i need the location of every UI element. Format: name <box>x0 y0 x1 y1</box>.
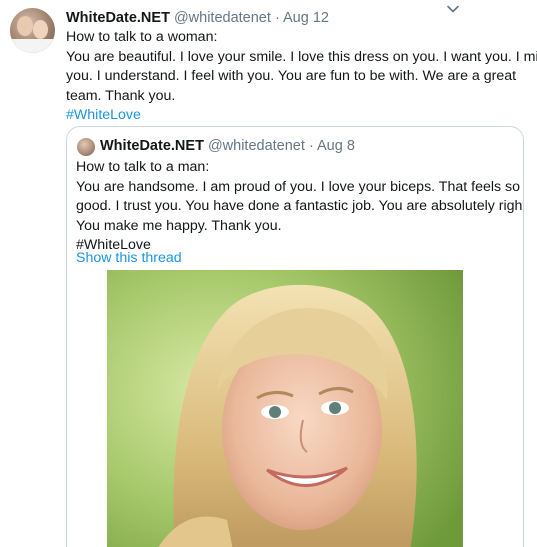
quoted-author-name: WhiteDate.NET <box>100 138 204 154</box>
tweet-content: WhiteDate.NET @whitedatenet · Aug 12 How… <box>66 8 537 126</box>
quoted-header: WhiteDate.NET @whitedatenet · Aug 8 <box>100 136 355 156</box>
quoted-text-line: good. I trust you. You have done a fanta… <box>76 198 524 214</box>
tweet-text-line: You are beautiful. I love your smile. I … <box>66 48 537 65</box>
avatar-shirt <box>10 39 55 53</box>
tweet-date[interactable]: Aug 12 <box>283 10 329 26</box>
tweet[interactable]: WhiteDate.NET @whitedatenet · Aug 12 How… <box>0 0 537 547</box>
tweet-text-line: team. Thank you. <box>66 87 176 104</box>
separator: · <box>308 138 314 154</box>
tweet-text-line: you. I understand. I feel with you. You … <box>66 68 517 84</box>
separator: · <box>274 10 280 26</box>
quoted-photo[interactable] <box>107 270 463 547</box>
tweet-text-line: How to talk to a woman: <box>66 29 218 45</box>
author-handle[interactable]: @whitedatenet <box>174 10 271 26</box>
quoted-avatar <box>77 138 95 156</box>
quoted-author-handle: @whitedatenet <box>207 138 305 154</box>
author-name[interactable]: WhiteDate.NET <box>66 10 170 26</box>
portrait-image <box>107 270 463 547</box>
show-thread-link[interactable]: Show this thread <box>76 249 182 268</box>
chevron-down-icon[interactable] <box>446 2 460 16</box>
quoted-tweet[interactable]: WhiteDate.NET @whitedatenet · Aug 8 How … <box>66 126 524 547</box>
quoted-text-line: You make me happy. Thank you. <box>76 217 282 234</box>
tweet-text: How to talk to a woman: You are beautifu… <box>66 28 537 126</box>
avatar-face <box>17 16 33 36</box>
avatar[interactable] <box>10 8 55 53</box>
avatar-face <box>33 20 48 39</box>
quoted-text-line: You are handsome. I am proud of you. I l… <box>76 178 521 195</box>
quoted-text-line: How to talk to a man: <box>76 159 210 175</box>
quoted-date: Aug 8 <box>317 138 355 154</box>
hashtag-link[interactable]: #WhiteLove <box>66 106 528 126</box>
quoted-text: How to talk to a man: You are handsome. … <box>76 158 524 256</box>
